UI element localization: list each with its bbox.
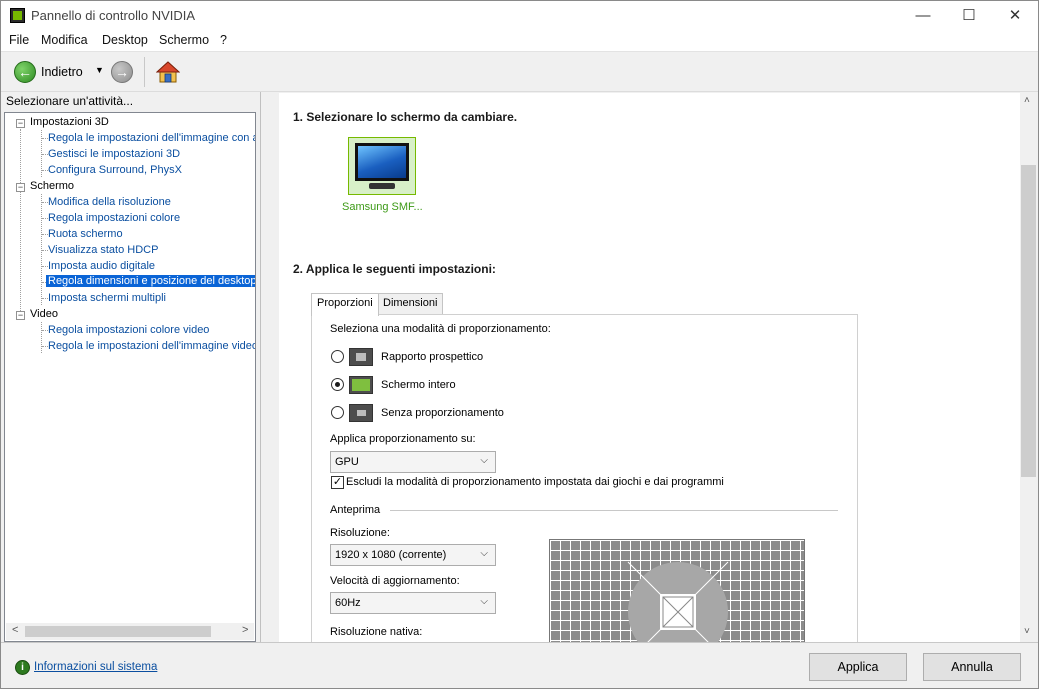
override-checkbox[interactable]: ✓ [331,476,344,489]
minimize-button[interactable]: — [900,1,946,31]
radio-schermo-intero[interactable] [331,378,344,391]
tab-proporzioni[interactable]: Proporzioni [311,293,379,316]
task-tree: − Impostazioni 3D Regola le impostazioni… [4,112,256,642]
tree-connector [41,322,42,353]
tree-item-immagine-video[interactable]: Regola le impostazioni dell'immagine vid… [48,340,255,352]
tree-item-schermi-multipli[interactable]: Imposta schermi multipli [48,292,166,304]
back-button-label[interactable]: Indietro [41,65,83,79]
group-divider [390,510,838,511]
apply-on-label: Applica proporzionamento su: [330,433,476,445]
scrollbar-thumb[interactable] [25,626,211,637]
scaling-preview [549,539,805,642]
maximize-button[interactable]: ☐ [946,1,992,31]
scrollbar-thumb[interactable] [1021,165,1036,477]
system-info-link[interactable]: Informazioni sul sistema [34,661,157,673]
tree-category-video[interactable]: Video [30,308,58,320]
full-screen-icon [349,376,373,394]
tree-category-impostazioni-3d[interactable]: Impostazioni 3D [30,116,109,128]
tree-item-configura-surround[interactable]: Configura Surround, PhysX [48,164,182,176]
refresh-rate-select[interactable]: 60Hz ⌵ [330,592,496,614]
scroll-down-icon[interactable]: ˅ [1024,626,1030,637]
tree-item-stato-hdcp[interactable]: Visualizza stato HDCP [48,244,158,256]
monitor-icon [355,143,409,181]
label-senza-proporzionamento[interactable]: Senza proporzionamento [381,407,504,419]
menu-file[interactable]: File [9,33,29,47]
settings-pane: 1. Selezionare lo schermo da cambiare. S… [261,93,1020,642]
expander-video[interactable]: − [16,311,25,320]
no-scaling-icon [349,404,373,422]
tree-horizontal-scrollbar[interactable]: < > [6,623,254,640]
monitor-label[interactable]: Samsung SMF... [342,201,423,213]
resolution-label: Risoluzione: [330,527,390,539]
menu-help[interactable]: ? [220,33,227,47]
proporzioni-panel: Seleziona una modalità di proporzionamen… [311,314,858,642]
footer-bar: i Informazioni sul sistema Applica Annul… [1,642,1038,688]
preview-group-label: Anteprima [330,504,381,516]
step-1-heading: 1. Selezionare lo schermo da cambiare. [293,110,518,124]
nvidia-app-icon [10,8,25,23]
step-2-heading: 2. Applica le seguenti impostazioni: [293,262,496,276]
apply-button[interactable]: Applica [809,653,907,681]
expander-impostazioni-3d[interactable]: − [16,119,25,128]
expander-schermo[interactable]: − [16,183,25,192]
scroll-right-icon[interactable]: > [242,624,248,636]
refresh-rate-label: Velocità di aggiornamento: [330,575,460,587]
cancel-button[interactable]: Annulla [923,653,1021,681]
tree-connector [20,129,21,315]
tree-item-modifica-risoluzione[interactable]: Modifica della risoluzione [48,196,171,208]
nvidia-control-panel-window: Pannello di controllo NVIDIA — ☐ ✕ File … [0,0,1039,689]
apply-on-select[interactable]: GPU ⌵ [330,451,496,473]
label-schermo-intero[interactable]: Schermo intero [381,379,456,391]
native-resolution-label: Risoluzione nativa: [330,626,423,638]
apply-on-value: GPU [335,456,359,468]
aspect-ratio-icon [349,348,373,366]
radio-senza-proporzionamento[interactable] [331,406,344,419]
settings-vertical-scrollbar[interactable]: ˄ ˅ [1020,93,1037,642]
label-rapporto-prospettico[interactable]: Rapporto prospettico [381,351,483,363]
override-checkbox-label[interactable]: Escludi la modalità di proporzionamento … [346,476,724,488]
arrow-right-icon[interactable]: → [111,61,133,83]
tree-item-audio-digitale[interactable]: Imposta audio digitale [48,260,155,272]
arrow-left-icon[interactable]: ← [14,61,36,83]
window-title: Pannello di controllo NVIDIA [31,8,196,23]
chevron-down-icon: ⌵ [480,455,488,466]
tree-item-ruota-schermo[interactable]: Ruota schermo [48,228,123,240]
chevron-down-icon: ⌵ [480,548,488,559]
refresh-rate-value: 60Hz [335,597,361,609]
radio-rapporto-prospettico[interactable] [331,350,344,363]
tree-item-regola-immagine-anteprima[interactable]: Regola le impostazioni dell'immagine con… [48,132,255,144]
info-icon[interactable]: i [15,660,30,675]
menu-bar: File Modifica Desktop Schermo ? [1,31,1038,51]
home-icon[interactable] [156,60,180,84]
toolbar-separator [144,57,145,87]
tree-category-schermo[interactable]: Schermo [30,180,74,192]
menu-desktop[interactable]: Desktop [102,33,148,47]
tree-item-dimensioni-posizione-desktop[interactable]: Regola dimensioni e posizione del deskto… [46,275,255,287]
task-pane-header: Selezionare un'attività... [6,94,134,108]
monitor-selector[interactable] [348,137,416,195]
tree-item-gestisci-3d[interactable]: Gestisci le impostazioni 3D [48,148,180,160]
settings-content: 1. Selezionare lo schermo da cambiare. S… [279,93,1020,642]
scroll-left-icon[interactable]: < [12,624,18,636]
resolution-value: 1920 x 1080 (corrente) [335,549,447,561]
tree-item-regola-colore[interactable]: Regola impostazioni colore [48,212,180,224]
close-button[interactable]: ✕ [992,1,1038,31]
title-bar: Pannello di controllo NVIDIA — ☐ ✕ [1,1,1038,31]
tree-item-colore-video[interactable]: Regola impostazioni colore video [48,324,209,336]
menu-schermo[interactable]: Schermo [159,33,209,47]
scaling-prompt: Seleziona una modalità di proporzionamen… [330,323,551,335]
back-history-dropdown[interactable]: ▼ [95,65,104,75]
scroll-up-icon[interactable]: ˄ [1024,95,1030,106]
tab-dimensioni[interactable]: Dimensioni [377,293,444,315]
toolbar: ← Indietro ▼ → [1,51,1038,92]
monitor-stand [369,183,395,189]
menu-modifica[interactable]: Modifica [41,33,88,47]
preview-test-pattern [627,561,729,642]
resolution-select[interactable]: 1920 x 1080 (corrente) ⌵ [330,544,496,566]
chevron-down-icon: ⌵ [480,596,488,607]
